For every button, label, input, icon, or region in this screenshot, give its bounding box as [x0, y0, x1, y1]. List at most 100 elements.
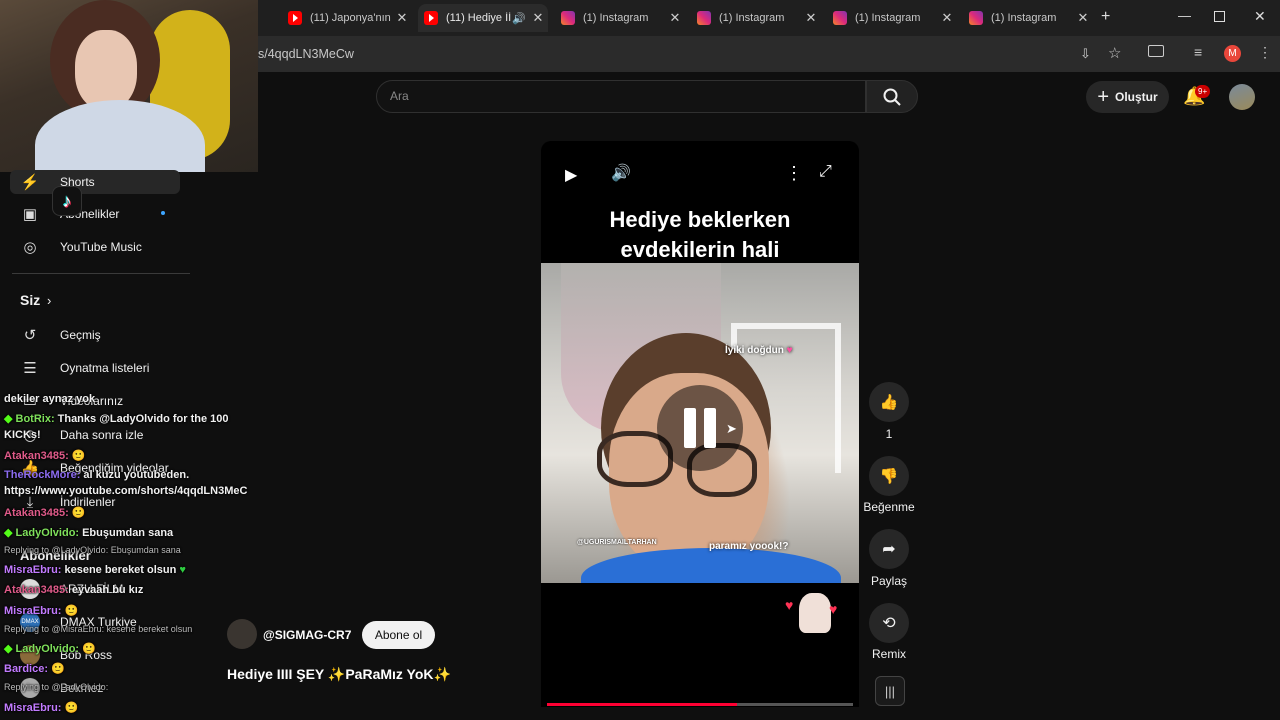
close-icon[interactable]: ✕: [1073, 10, 1093, 26]
sidebar-item-history[interactable]: ↺ Geçmiş: [0, 320, 190, 350]
emote-icon: 🙂: [71, 507, 86, 519]
more-options-icon[interactable]: ⋮: [785, 163, 803, 184]
youtube-icon: [288, 11, 302, 25]
chat-message: dekiler aynaz yok: [4, 393, 95, 405]
chat-username: MisraEbru:: [4, 564, 62, 576]
chat-username: TheRockMore:: [4, 469, 81, 481]
url-text[interactable]: s/4qqdLN3MeCw: [258, 47, 354, 61]
cast-icon[interactable]: [1148, 45, 1164, 57]
chat-message: ◆ BotRix: Thanks @LadyOlvido for the 100: [4, 412, 229, 425]
instagram-icon: [697, 11, 711, 25]
chat-text: al kuzu youtubeden.: [83, 469, 190, 481]
search-button[interactable]: [866, 80, 918, 113]
maximize-icon[interactable]: [1214, 11, 1225, 22]
chat-text: Thanks @LadyOlvido for the 100: [57, 413, 229, 425]
new-content-dot: [161, 211, 165, 215]
chevron-right-icon: ›: [47, 292, 52, 308]
browser-tab[interactable]: (1) Instagram ✕: [963, 4, 1093, 32]
chat-username: Atakan3485:: [4, 450, 69, 462]
tab-title: (1) Instagram: [583, 12, 649, 24]
browser-tab[interactable]: (1) Instagram ✕: [555, 4, 685, 32]
subscriptions-icon: ▣: [22, 206, 38, 223]
heart-icon: ♥: [829, 601, 838, 617]
new-tab-icon[interactable]: +: [1101, 8, 1110, 26]
window-close-icon[interactable]: ✕: [1254, 8, 1266, 25]
dislike-label: Beğenme: [863, 500, 915, 514]
sidebar-section-you[interactable]: Siz ›: [0, 285, 190, 315]
chat-reply: Replying to @MisraEbru: kesene bereket o…: [4, 624, 192, 634]
browser-tab[interactable]: (1) Instagram ✕: [691, 4, 821, 32]
pause-icon: [684, 408, 716, 448]
chat-message: Bardice: 🙂: [4, 662, 65, 675]
install-app-icon[interactable]: ⇩: [1080, 46, 1091, 62]
notifications-badge: 9+: [1195, 85, 1211, 98]
speaker-icon[interactable]: 🔊: [512, 12, 526, 25]
plus-icon: +: [1097, 85, 1109, 108]
kebab-menu-icon[interactable]: ⋮: [1258, 44, 1272, 61]
audio-wave-icon[interactable]: |||: [875, 676, 905, 706]
video-frame[interactable]: İyiki doğdun ♥ paramız yoook!? @UGURISMA…: [541, 263, 859, 583]
close-icon[interactable]: ✕: [937, 10, 957, 26]
sidebar-item-youtube-music[interactable]: ◎ YouTube Music: [0, 232, 190, 262]
dislike-button[interactable]: 👎: [869, 456, 909, 496]
shorts-player[interactable]: ▶ 🔊 ⋮ ⤢ Hediye beklerken evdekilerin hal…: [541, 141, 859, 707]
emote-icon: 🙂: [64, 605, 79, 617]
sidebar-item-label: Geçmiş: [60, 328, 101, 342]
sidebar-item-playlists[interactable]: ☰ Oynatma listeleri: [0, 353, 190, 383]
chat-text: Ebuşumdan sana: [82, 527, 174, 539]
close-icon[interactable]: ✕: [801, 10, 821, 26]
create-button[interactable]: + Oluştur: [1086, 81, 1169, 113]
sidebar-item-label: YouTube Music: [60, 240, 142, 254]
like-button[interactable]: 👍: [869, 382, 909, 422]
thumbs-down-icon: 👎: [879, 468, 899, 485]
subscribe-button[interactable]: Abone ol: [362, 621, 435, 649]
chat-reply: Replying to @LadyOlvido:: [4, 682, 108, 692]
chat-badge-icon: ◆: [4, 643, 16, 655]
browser-tab[interactable]: (11) Japonya'nın ✕: [282, 4, 412, 32]
sidebar-item-shorts[interactable]: ⚡ Shorts: [0, 167, 190, 197]
chat-username: Atakan3485:: [4, 507, 69, 519]
share-button[interactable]: ➦: [869, 529, 909, 569]
remix-icon: ⟲: [882, 615, 896, 632]
video-title[interactable]: Hediye IIII ŞEY ✨PaRaMız YoK✨: [227, 666, 451, 683]
heart-icon: ♥: [783, 345, 793, 356]
tab-title: (1) Instagram: [855, 12, 921, 24]
chat-username: Bardice:: [4, 663, 49, 675]
chat-message: MisraEbru: kesene bereket olsun ♥: [4, 564, 186, 576]
bookmark-star-icon[interactable]: ☆: [1108, 44, 1121, 62]
chat-text: Replying to @LadyOlvido:: [4, 682, 109, 692]
progress-track[interactable]: [547, 703, 853, 706]
face-shape: [75, 30, 137, 110]
sticker-text: İyiki doğdun ♥: [725, 345, 793, 356]
fullscreen-icon[interactable]: ⤢: [819, 163, 832, 181]
remix-button[interactable]: ⟲: [869, 603, 909, 643]
close-icon[interactable]: ✕: [528, 10, 548, 26]
shirt-shape: [581, 548, 841, 583]
media-controls-icon[interactable]: ≡: [1194, 44, 1202, 60]
section-title: Siz: [20, 292, 41, 308]
browser-tab[interactable]: (1) Instagram ✕: [827, 4, 957, 32]
emote-icon: 🙂: [82, 643, 96, 655]
chat-message: ◆ LadyOlvido: Ebuşumdan sana: [4, 526, 173, 539]
channel-avatar[interactable]: [227, 619, 257, 649]
close-icon[interactable]: ✕: [392, 10, 412, 26]
tab-title: (1) Instagram: [991, 12, 1057, 24]
green-heart-icon: ♥: [176, 564, 186, 576]
emote-icon: 🙂: [71, 450, 86, 462]
emoji-sticker: ♥ ♥: [785, 589, 845, 639]
chat-username: MisraEbru:: [4, 702, 62, 714]
volume-icon[interactable]: 🔊: [611, 163, 631, 183]
minimize-icon[interactable]: —: [1178, 8, 1191, 23]
mouse-cursor-icon: ➤: [726, 421, 737, 436]
browser-tab-active[interactable]: (11) Hediye İİ 🔊 ✕: [418, 4, 548, 32]
play-icon[interactable]: ▶: [565, 165, 577, 185]
sticker-text: paramız yoook!?: [709, 541, 789, 552]
shorts-icon: ⚡: [20, 174, 40, 191]
profile-avatar[interactable]: M: [1224, 45, 1241, 62]
sidebar-item-subscriptions[interactable]: ▣ Abonelikler: [0, 199, 190, 229]
account-avatar[interactable]: [1229, 84, 1255, 110]
search-input[interactable]: Ara: [376, 80, 866, 113]
close-icon[interactable]: ✕: [665, 10, 685, 26]
channel-handle[interactable]: @SIGMAG-CR7: [263, 628, 351, 642]
sidebar-item-label: Oynatma listeleri: [60, 361, 150, 375]
